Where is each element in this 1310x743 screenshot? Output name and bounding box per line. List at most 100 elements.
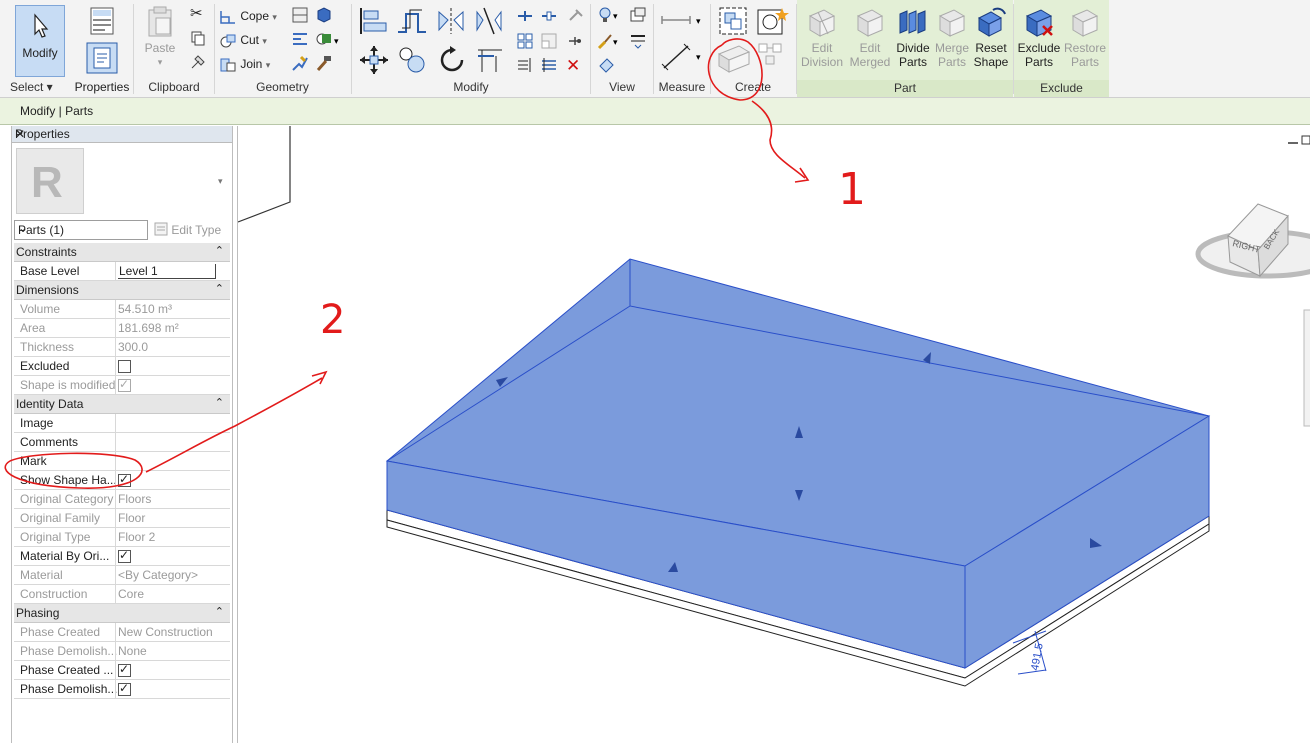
edit-type-button[interactable]: Edit Type bbox=[154, 222, 221, 237]
property-row[interactable]: Mark bbox=[14, 452, 230, 471]
eraser-icon[interactable] bbox=[597, 56, 615, 77]
phase-created-override-checkbox[interactable] bbox=[118, 663, 131, 677]
mirror-draw-axis-icon[interactable] bbox=[474, 6, 504, 39]
graphics-override-icon[interactable] bbox=[629, 6, 647, 27]
type-selector-dropdown-icon[interactable]: ▾ bbox=[218, 176, 223, 187]
scale-icon[interactable] bbox=[540, 32, 558, 53]
section-identity-data[interactable]: Identity Data ⌃ bbox=[14, 395, 230, 414]
join-geometry-icon[interactable]: ▾ bbox=[315, 30, 341, 52]
paintbrush-icon[interactable]: ▾ bbox=[597, 32, 627, 53]
cut-dropdown-icon: ▾ bbox=[262, 36, 267, 46]
cut-geometry-icon bbox=[220, 34, 236, 48]
array-icon[interactable] bbox=[516, 32, 534, 53]
reset-shape-button[interactable]: Reset Shape bbox=[971, 6, 1011, 69]
trim-multiple-icon[interactable] bbox=[516, 56, 534, 77]
dimension-value[interactable]: 491.5 bbox=[1029, 642, 1046, 671]
delete-icon[interactable]: ✕ bbox=[566, 56, 580, 76]
3d-viewport[interactable]: 491.5 RIGHT BACK bbox=[237, 126, 1310, 743]
pin-icon[interactable] bbox=[566, 32, 584, 53]
cut-button[interactable]: Cut ▾ bbox=[219, 32, 267, 49]
svg-text:▾: ▾ bbox=[696, 52, 701, 62]
properties-title-bar[interactable]: Properties ✕ bbox=[12, 126, 232, 143]
create-panel-label: Create bbox=[734, 80, 772, 94]
property-row[interactable]: Excluded bbox=[14, 357, 230, 376]
create-parts-icon[interactable] bbox=[715, 40, 755, 77]
exclude-parts-button[interactable]: Exclude Parts bbox=[1016, 6, 1062, 69]
collapse-icon[interactable]: ⌃ bbox=[215, 282, 224, 295]
divide-parts-button[interactable]: Divide Parts bbox=[893, 6, 933, 69]
copy-icon[interactable] bbox=[190, 30, 206, 50]
geometry-panel: Cope ▾ Cut ▾ Join ▾ ▾ Geometry bbox=[215, 0, 350, 97]
aligned-dimension-icon[interactable]: ▾ bbox=[660, 42, 704, 75]
phase-demolished-override-checkbox[interactable] bbox=[118, 682, 131, 696]
join-dropdown-icon: ▾ bbox=[265, 60, 271, 70]
property-row[interactable]: Base Level Level 1 bbox=[14, 262, 230, 281]
property-row[interactable]: Phase Demolish... bbox=[14, 680, 230, 699]
viewport-canvas[interactable]: 491.5 RIGHT BACK bbox=[238, 126, 1310, 743]
properties-button[interactable]: Properties bbox=[74, 7, 130, 94]
split-gap-icon[interactable] bbox=[540, 8, 558, 27]
collapse-icon[interactable]: ⌃ bbox=[215, 244, 224, 257]
property-key: Mark bbox=[20, 454, 47, 468]
section-constraints[interactable]: Constraints ⌃ bbox=[14, 243, 230, 262]
section-dimensions[interactable]: Dimensions ⌃ bbox=[14, 281, 230, 300]
collapse-icon[interactable]: ⌃ bbox=[215, 396, 224, 409]
property-value-input[interactable]: Level 1 bbox=[118, 264, 228, 279]
offset-icon[interactable] bbox=[396, 6, 428, 39]
geometry-panel-label: Geometry bbox=[256, 80, 309, 94]
material-by-original-checkbox[interactable] bbox=[118, 549, 131, 563]
join-button[interactable]: Join ▾ bbox=[219, 56, 270, 73]
excluded-checkbox[interactable] bbox=[118, 360, 131, 373]
property-row[interactable]: Comments bbox=[14, 433, 230, 452]
create-assembly-icon[interactable] bbox=[757, 40, 787, 75]
type-selector[interactable]: Parts (1) ⌄ bbox=[14, 220, 148, 240]
show-shape-handles-checkbox[interactable] bbox=[118, 473, 131, 487]
edit-division-button[interactable]: Edit Division bbox=[799, 6, 845, 69]
measure-between-icon[interactable]: ▾ bbox=[660, 10, 704, 33]
trim-single-icon[interactable] bbox=[540, 56, 558, 77]
property-row[interactable]: Show Shape Ha... bbox=[14, 471, 230, 490]
wall-joins-icon[interactable] bbox=[291, 30, 309, 52]
mirror-pick-axis-icon[interactable] bbox=[436, 6, 466, 39]
view-cube[interactable]: RIGHT BACK bbox=[1195, 203, 1310, 279]
property-row[interactable]: Material By Ori... bbox=[14, 547, 230, 566]
create-group-icon[interactable] bbox=[717, 5, 749, 40]
join-label: Join bbox=[240, 57, 263, 71]
type-preview-image: R bbox=[16, 148, 84, 214]
hammer-icon[interactable] bbox=[315, 54, 333, 76]
modify-button[interactable]: Modify bbox=[15, 5, 65, 77]
property-key: Phase Demolish... bbox=[20, 682, 118, 696]
paste-button[interactable]: Paste ▾ bbox=[140, 6, 180, 70]
move-icon[interactable] bbox=[358, 44, 390, 79]
rotate-icon[interactable] bbox=[436, 44, 468, 79]
base-level-input[interactable]: Level 1 bbox=[118, 264, 216, 279]
section-phasing[interactable]: Phasing ⌃ bbox=[14, 604, 230, 623]
close-icon[interactable]: ✕ bbox=[15, 127, 228, 141]
split-element-icon[interactable] bbox=[516, 8, 534, 27]
cope-label: Cope bbox=[240, 9, 270, 23]
split-face-icon[interactable] bbox=[291, 6, 309, 28]
property-value: 181.698 m² bbox=[118, 321, 179, 335]
trim-extend-icon[interactable] bbox=[474, 44, 506, 77]
reset-shape-icon bbox=[977, 7, 1006, 37]
copy-element-icon[interactable] bbox=[396, 44, 428, 79]
edit-merged-button[interactable]: Edit Merged bbox=[847, 6, 893, 69]
cope-button[interactable]: Cope ▾ bbox=[219, 8, 277, 25]
merge-parts-button[interactable]: Merge Parts bbox=[933, 6, 971, 69]
property-row[interactable]: Image bbox=[14, 414, 230, 433]
paint-icon[interactable] bbox=[315, 6, 333, 28]
cut-clipboard-icon[interactable]: ✂ bbox=[190, 6, 203, 22]
unpin-icon[interactable] bbox=[566, 8, 584, 27]
property-row: Construction Core bbox=[14, 585, 230, 604]
create-similar-icon[interactable] bbox=[755, 5, 789, 40]
demolish-icon[interactable] bbox=[291, 54, 309, 76]
linework-icon[interactable] bbox=[629, 32, 647, 53]
property-value: 54.510 m³ bbox=[118, 302, 173, 316]
collapse-icon[interactable]: ⌃ bbox=[215, 605, 224, 618]
property-row[interactable]: Phase Created ... bbox=[14, 661, 230, 680]
align-icon[interactable] bbox=[358, 6, 390, 39]
match-properties-icon[interactable] bbox=[190, 54, 206, 74]
restore-parts-button[interactable]: Restore Parts bbox=[1062, 6, 1108, 69]
hide-bulb-icon[interactable]: ▾ bbox=[597, 6, 627, 27]
select-panel-label[interactable]: Select ▾ bbox=[10, 80, 75, 94]
